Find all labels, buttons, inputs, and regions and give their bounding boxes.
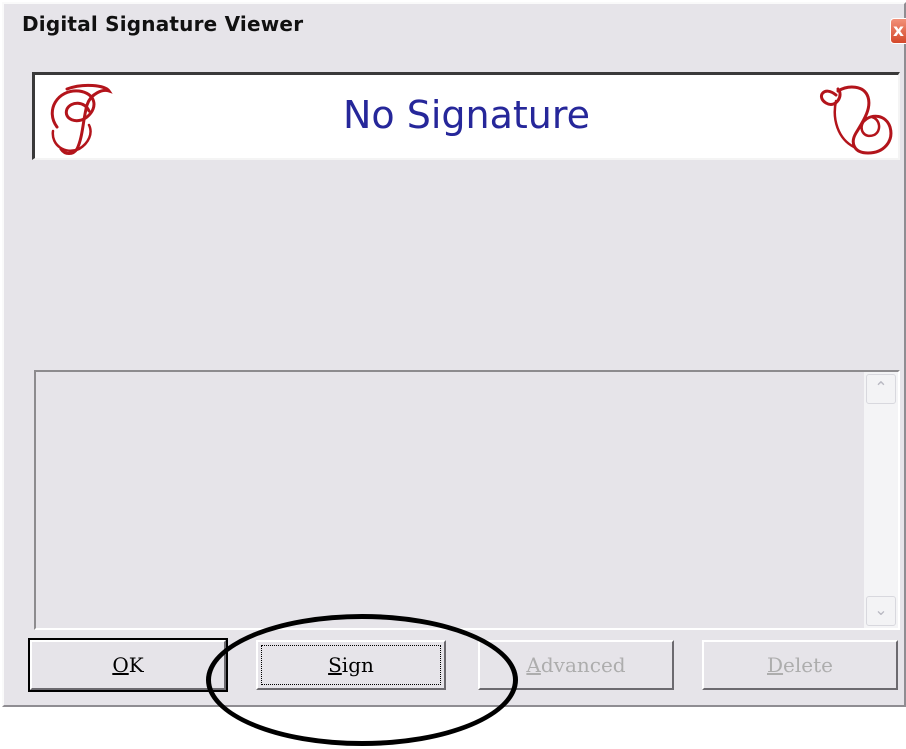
- vertical-scrollbar[interactable]: ⌃ ⌄: [864, 372, 898, 628]
- delete-mnemonic: D: [767, 653, 784, 677]
- scroll-up-button[interactable]: ⌃: [866, 374, 896, 404]
- digital-signature-viewer-window: Digital Signature Viewer x No Signature: [2, 2, 906, 707]
- delete-label-rest: elete: [783, 653, 833, 677]
- signature-ornament-right-icon: [820, 85, 893, 155]
- chevron-up-icon: ⌃: [874, 378, 888, 397]
- ok-mnemonic: O: [112, 653, 129, 677]
- scroll-down-button[interactable]: ⌄: [866, 596, 896, 626]
- advanced-label-rest: dvanced: [540, 653, 626, 677]
- close-icon: x: [893, 21, 904, 41]
- window-title: Digital Signature Viewer: [22, 12, 304, 36]
- advanced-mnemonic: A: [526, 653, 541, 677]
- chevron-down-icon: ⌄: [874, 600, 888, 619]
- signature-status-banner: No Signature: [32, 72, 900, 160]
- advanced-button[interactable]: Advanced: [478, 640, 674, 690]
- signature-details-box[interactable]: ⌃ ⌄: [34, 370, 900, 630]
- title-bar[interactable]: Digital Signature Viewer x: [4, 4, 906, 44]
- focus-indicator: [261, 645, 441, 685]
- delete-button[interactable]: Delete: [702, 640, 898, 690]
- close-button[interactable]: x: [890, 18, 906, 44]
- signature-status-text: No Signature: [342, 93, 591, 137]
- ok-button[interactable]: OK: [28, 638, 228, 692]
- ok-label-rest: K: [128, 653, 144, 677]
- sign-button[interactable]: Sign: [256, 640, 446, 690]
